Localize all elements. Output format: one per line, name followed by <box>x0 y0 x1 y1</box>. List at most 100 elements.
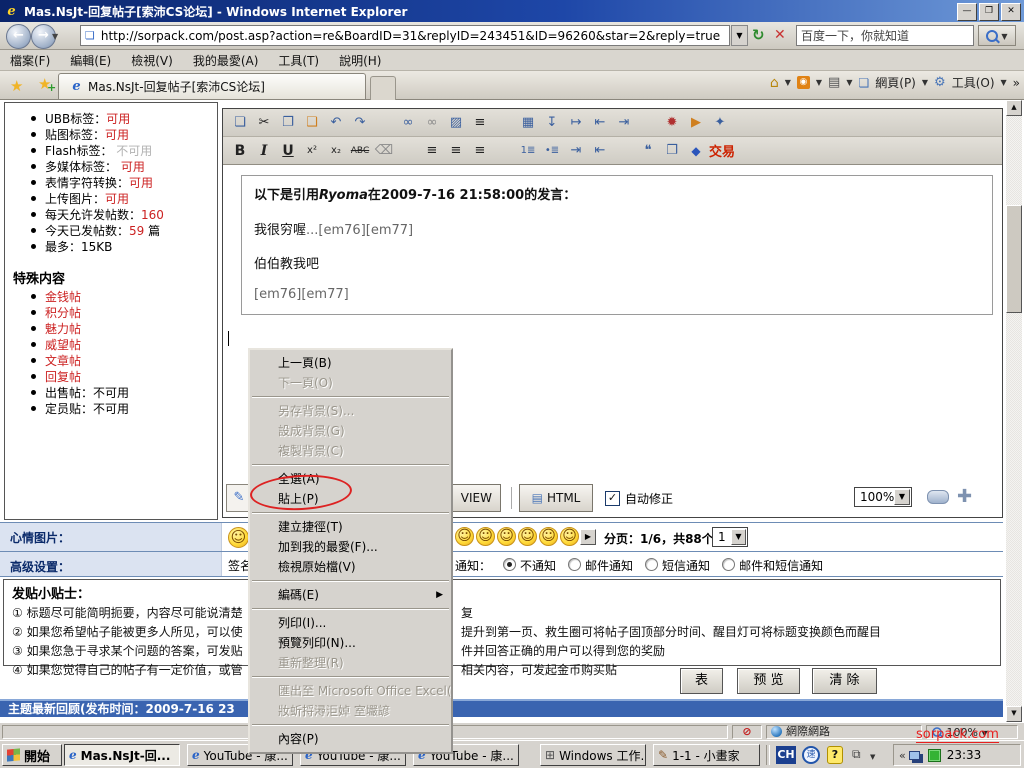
emoticon-page-select[interactable]: 1▼ <box>712 527 748 547</box>
align-left-icon[interactable]: ≡ <box>421 141 443 161</box>
eraser-icon[interactable]: ⌫ <box>373 141 395 161</box>
separator[interactable] <box>637 113 659 133</box>
browser-tab[interactable]: e Mas.NsJt-回复帖子[索沛CS论坛] <box>58 73 366 99</box>
html-mode-button[interactable]: ▤HTML <box>519 484 593 512</box>
rss-feed-icon[interactable]: ◉ <box>797 76 810 89</box>
taskbar-task-button[interactable]: ⊞Windows 工作... <box>540 744 646 766</box>
superscript-icon[interactable]: x² <box>301 141 323 161</box>
overflow-chevron-icon[interactable]: » <box>1013 76 1020 90</box>
notify-radio-option[interactable]: 邮件通知 <box>556 557 633 574</box>
flash-media-icon[interactable]: ▶ <box>685 113 707 133</box>
emoticon-face[interactable]: ☺ <box>518 527 537 546</box>
outdent-icon[interactable]: ⇤ <box>589 141 611 161</box>
hyperlink-icon[interactable]: ∞ <box>397 113 419 133</box>
notify-radio-option[interactable]: 邮件和短信通知 <box>710 557 823 574</box>
preview-button[interactable]: 预 览 <box>737 668 800 694</box>
close-button[interactable]: ✕ <box>1001 3 1021 21</box>
bold-icon[interactable]: B <box>229 141 251 161</box>
insert-table-icon[interactable]: ▦ <box>517 113 539 133</box>
menu-bar-item[interactable]: 說明(H) <box>329 52 391 69</box>
horizontal-rule-icon[interactable]: ≡ <box>469 113 491 133</box>
scrollbar-thumb[interactable] <box>1006 205 1022 313</box>
zoom-dropdown-icon[interactable]: ▼ <box>894 489 910 505</box>
insert-quote-icon[interactable]: ❝ <box>637 141 659 161</box>
add-favorite-icon[interactable]: ★+ <box>38 75 51 93</box>
menu-bar-item[interactable]: 檔案(F) <box>0 52 60 69</box>
delete-cell-icon[interactable]: ⇤ <box>589 113 611 133</box>
context-menu-item[interactable]: 設成背景(G) <box>250 421 451 441</box>
context-menu-item[interactable]: 檢視原始檔(V) <box>250 557 451 577</box>
url-input[interactable] <box>99 28 729 44</box>
context-menu-item[interactable] <box>252 580 449 582</box>
emoticon-next-page-button[interactable]: ▶ <box>580 529 596 545</box>
scroll-up-icon[interactable]: ▲ <box>1006 100 1022 116</box>
context-menu-item[interactable]: 妝蚚捋潯洰婥 室壧諺 <box>250 701 451 721</box>
context-menu-item[interactable]: 另存背景(S)... <box>250 401 451 421</box>
context-menu-item[interactable]: 建立捷徑(T) <box>250 517 451 537</box>
emoticon-face[interactable]: ☺ <box>455 527 474 546</box>
taskbar-clock[interactable]: 23:33 <box>947 748 982 762</box>
ordered-list-icon[interactable]: 1≣ <box>517 141 539 161</box>
clear-button[interactable]: 清 除 <box>812 668 877 694</box>
help-comment-icon[interactable]: ✦ <box>709 113 731 133</box>
radio-icon[interactable] <box>645 558 658 571</box>
context-menu-item[interactable]: 匯出至 Microsoft Office Excel(X) <box>250 681 451 701</box>
menu-bar-item[interactable]: 檢視(V) <box>121 52 183 69</box>
insert-column-icon[interactable]: ↦ <box>565 113 587 133</box>
refresh-button[interactable]: ↻ <box>752 26 765 44</box>
subscript-icon[interactable]: x₂ <box>325 141 347 161</box>
tools-menu-button[interactable]: 工具(O) <box>952 74 995 91</box>
context-menu-item[interactable] <box>252 676 449 678</box>
indent-icon[interactable]: ⇥ <box>565 141 587 161</box>
search-button[interactable]: ▼ <box>978 25 1016 46</box>
emoticon-picker-icon[interactable]: ✹ <box>661 113 683 133</box>
maximize-button[interactable]: ❐ <box>979 3 999 21</box>
context-menu-item[interactable]: 列印(I)... <box>250 613 451 633</box>
emoticon-face[interactable]: ☺ <box>476 527 495 546</box>
menu-bar-item[interactable]: 我的最愛(A) <box>183 52 269 69</box>
context-menu-item[interactable] <box>252 396 449 398</box>
tray-dropdown-icon[interactable]: ▼ <box>870 753 875 761</box>
language-indicator[interactable]: CH <box>776 746 796 764</box>
scroll-down-icon[interactable]: ▼ <box>1006 706 1022 722</box>
status-tray-icon[interactable] <box>928 749 941 762</box>
context-menu-item[interactable]: 複製背景(C) <box>250 441 451 461</box>
context-menu-item[interactable]: 編碼(E)▶ <box>250 585 451 605</box>
trade-button[interactable]: 交易 <box>709 141 735 160</box>
context-menu-item[interactable]: 下一頁(O) <box>250 373 451 393</box>
notify-radio-option[interactable]: 不通知 <box>491 557 556 574</box>
undo-icon[interactable]: ↶ <box>325 113 347 133</box>
redo-icon[interactable]: ↷ <box>349 113 371 133</box>
align-right-icon[interactable]: ≡ <box>469 141 491 161</box>
merge-cell-icon[interactable]: ⇥ <box>613 113 635 133</box>
back-button[interactable]: ← <box>6 24 31 49</box>
strikethrough-icon[interactable]: ABC <box>349 141 371 161</box>
context-menu-item[interactable]: 加到我的最愛(F)... <box>250 537 451 557</box>
copy-icon[interactable]: ❐ <box>277 113 299 133</box>
underline-icon[interactable]: U <box>277 141 299 161</box>
context-menu-item[interactable]: 預覽列印(N)... <box>250 633 451 653</box>
context-menu-item[interactable]: 內容(P) <box>250 729 451 749</box>
network-tray-icon[interactable] <box>909 751 920 760</box>
autocorrect-checkbox[interactable]: ✓ <box>605 491 620 506</box>
paste-icon[interactable]: ❑ <box>301 113 323 133</box>
start-button[interactable]: 開始 <box>2 744 62 766</box>
search-input[interactable] <box>797 26 973 45</box>
italic-icon[interactable]: I <box>253 141 275 161</box>
taskbar-task-button[interactable]: ✎1-1 - 小畫家 <box>653 744 760 766</box>
thunder-tray-icon[interactable]: 速 <box>802 746 820 764</box>
cut-icon[interactable]: ✂ <box>253 113 275 133</box>
taskbar-task-button[interactable]: eMas.NsJt-回... <box>64 744 180 766</box>
radio-icon[interactable] <box>568 558 581 571</box>
context-menu-item[interactable] <box>252 464 449 466</box>
page-dropdown-icon[interactable]: ▼ <box>731 529 746 545</box>
emoticon-face[interactable]: ☺ <box>497 527 516 546</box>
zoom-out-button[interactable] <box>927 490 949 504</box>
context-menu-item[interactable]: 重新整理(R) <box>250 653 451 673</box>
new-tab-stub[interactable] <box>370 76 396 100</box>
unordered-list-icon[interactable]: •≣ <box>541 141 563 161</box>
insert-row-icon[interactable]: ↧ <box>541 113 563 133</box>
page-menu-button[interactable]: 網頁(P) <box>875 74 916 91</box>
minimize-button[interactable]: — <box>957 3 977 21</box>
context-menu-item[interactable] <box>252 724 449 726</box>
